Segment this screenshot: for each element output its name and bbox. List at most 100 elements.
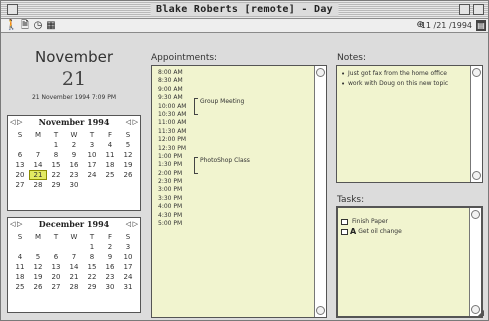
calendar-day[interactable]: 24 <box>119 272 137 282</box>
clock-icon[interactable]: ◷ <box>32 20 44 32</box>
calendar-day[interactable]: 7 <box>65 252 83 262</box>
time-slot[interactable]: 4:30 PM <box>158 212 186 220</box>
calendar-day[interactable]: 28 <box>65 282 83 292</box>
calendar-icon[interactable]: ▦ <box>45 20 57 32</box>
calendar-day[interactable]: 25 <box>11 282 29 292</box>
document-icon[interactable]: 🗎 <box>19 20 31 32</box>
next-month-icon[interactable]: ▷ <box>17 219 22 230</box>
previous-month-icon[interactable]: ◁ <box>10 219 15 230</box>
calendar-day[interactable]: 3 <box>119 242 137 252</box>
calendar-day[interactable]: 27 <box>47 282 65 292</box>
notes-scrollbar[interactable] <box>470 66 482 182</box>
calendar-day[interactable]: 28 <box>29 180 47 190</box>
calendar-day[interactable]: 12 <box>119 150 137 160</box>
calendar-day[interactable]: 12 <box>29 262 47 272</box>
calendar-day[interactable]: 15 <box>47 160 65 170</box>
calendar-day[interactable]: 4 <box>101 140 119 150</box>
resize-handle-icon[interactable]: ◢ <box>476 308 486 318</box>
toolbar-menu-icon[interactable]: ▤ <box>476 20 486 31</box>
calendar-day[interactable]: 23 <box>65 170 83 180</box>
tasks-scrollbar[interactable] <box>469 208 481 316</box>
calendar-day[interactable]: 8 <box>83 252 101 262</box>
task-item[interactable]: Finish Paper <box>341 211 402 225</box>
time-slot[interactable]: 11:30 AM <box>158 128 186 136</box>
time-slot[interactable]: 12:00 PM <box>158 136 186 144</box>
calendar-day[interactable]: 19 <box>29 272 47 282</box>
calendar-day[interactable]: 16 <box>65 160 83 170</box>
scroll-down-button[interactable] <box>472 171 481 180</box>
calendar-day[interactable]: 14 <box>29 160 47 170</box>
time-slot[interactable]: 3:30 PM <box>158 195 186 203</box>
calendar-day[interactable]: 26 <box>29 282 47 292</box>
time-slot[interactable]: 9:00 AM <box>158 86 186 94</box>
calendar-day[interactable]: 14 <box>65 262 83 272</box>
notes-list[interactable]: Just got fax from the home office work w… <box>336 65 483 183</box>
zoom-box[interactable] <box>459 4 470 15</box>
time-slot[interactable]: 4:00 PM <box>158 203 186 211</box>
calendar-day[interactable]: 4 <box>11 252 29 262</box>
calendar-day[interactable]: 6 <box>47 252 65 262</box>
time-slot[interactable]: 1:30 PM <box>158 161 186 169</box>
time-slot[interactable]: 5:00 PM <box>158 220 186 228</box>
time-slot[interactable]: 12:30 PM <box>158 145 186 153</box>
calendar-day[interactable]: 10 <box>83 150 101 160</box>
calendar-day[interactable]: 23 <box>101 272 119 282</box>
person-icon[interactable]: 🚶 <box>5 20 17 32</box>
calendar-day[interactable]: 22 <box>47 170 65 180</box>
scroll-up-button[interactable] <box>472 68 481 77</box>
calendar-day[interactable]: 30 <box>65 180 83 190</box>
time-slot[interactable]: 9:30 AM <box>158 94 186 102</box>
previous-month-icon[interactable]: ◁ <box>10 117 15 128</box>
calendar-day[interactable]: 27 <box>11 180 29 190</box>
previous-year-icon[interactable]: ◁ <box>126 219 131 230</box>
time-slot[interactable]: 10:00 AM <box>158 103 186 111</box>
collapse-box[interactable] <box>473 4 484 15</box>
calendar-day[interactable]: 30 <box>101 282 119 292</box>
calendar-day[interactable]: 6 <box>11 150 29 160</box>
time-slot[interactable]: 3:00 PM <box>158 186 186 194</box>
calendar-day[interactable]: 24 <box>83 170 101 180</box>
calendar-day[interactable]: 20 <box>47 272 65 282</box>
previous-year-icon[interactable]: ◁ <box>126 117 131 128</box>
appointments-list[interactable]: 8:00 AM 8:30 AM 9:00 AM 9:30 AM 10:00 AM 10:3… <box>151 65 327 318</box>
calendar-day[interactable]: 25 <box>101 170 119 180</box>
tasks-list[interactable]: Finish Paper A Get oil change <box>336 206 483 318</box>
scroll-down-button[interactable] <box>316 306 325 315</box>
calendar-day-selected[interactable]: 21 <box>29 170 47 180</box>
calendar-day[interactable]: 5 <box>119 140 137 150</box>
calendar-day[interactable]: 17 <box>83 160 101 170</box>
note-item[interactable]: work with Doug on this new topic <box>341 80 467 88</box>
time-slot[interactable]: 2:30 PM <box>158 178 186 186</box>
calendar-day[interactable]: 15 <box>83 262 101 272</box>
calendar-day[interactable]: 2 <box>101 242 119 252</box>
calendar-day[interactable]: 19 <box>119 160 137 170</box>
note-item[interactable]: Just got fax from the home office <box>341 70 467 78</box>
task-item[interactable]: A Get oil change <box>341 221 402 236</box>
calendar-day[interactable]: 11 <box>101 150 119 160</box>
next-month-icon[interactable]: ▷ <box>17 117 22 128</box>
calendar-day[interactable]: 20 <box>11 170 29 180</box>
next-year-icon[interactable]: ▷ <box>133 219 138 230</box>
calendar-day[interactable]: 7 <box>29 150 47 160</box>
appointments-scrollbar[interactable] <box>314 66 326 317</box>
calendar-day[interactable]: 31 <box>119 282 137 292</box>
calendar-day[interactable]: 2 <box>65 140 83 150</box>
calendar-day[interactable]: 9 <box>101 252 119 262</box>
time-slot[interactable]: 10:30 AM <box>158 111 186 119</box>
calendar-day[interactable]: 16 <box>101 262 119 272</box>
calendar-day[interactable]: 1 <box>47 140 65 150</box>
calendar-day[interactable]: 5 <box>29 252 47 262</box>
calendar-day[interactable]: 3 <box>83 140 101 150</box>
calendar-day[interactable]: 21 <box>65 272 83 282</box>
calendar-day[interactable]: 26 <box>119 170 137 180</box>
time-slot[interactable]: 8:30 AM <box>158 77 186 85</box>
calendar-day[interactable]: 29 <box>47 180 65 190</box>
scroll-up-button[interactable] <box>316 68 325 77</box>
time-slot[interactable]: 8:00 AM <box>158 69 186 77</box>
calendar-day[interactable]: 22 <box>83 272 101 282</box>
close-box[interactable] <box>7 4 18 15</box>
time-slot[interactable]: 1:00 PM <box>158 153 186 161</box>
calendar-day[interactable]: 10 <box>119 252 137 262</box>
calendar-day[interactable]: 18 <box>101 160 119 170</box>
calendar-day[interactable]: 9 <box>65 150 83 160</box>
